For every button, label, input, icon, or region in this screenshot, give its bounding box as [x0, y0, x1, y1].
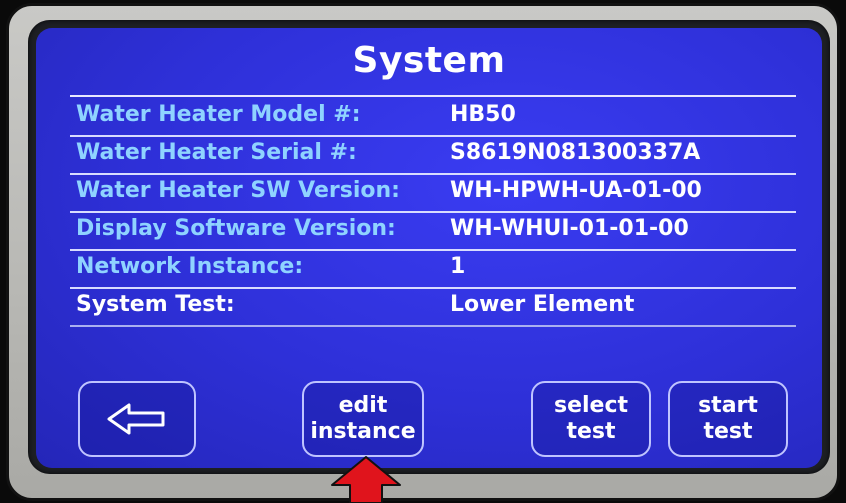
row-value: WH-HPWH-UA-01-00 [450, 178, 702, 203]
button-label-line: start [698, 393, 758, 418]
edit-instance-button[interactable]: edit instance [302, 381, 424, 457]
button-label-line: instance [310, 419, 416, 444]
button-label-line: test [703, 419, 753, 444]
row-label: System Test: [76, 292, 235, 317]
left-arrow-icon [107, 403, 165, 435]
row-value: S8619N081300337A [450, 140, 701, 165]
row-label: Water Heater SW Version: [76, 178, 400, 203]
start-test-button[interactable]: start test [668, 381, 788, 457]
button-label-line: select [553, 393, 629, 418]
page-title: System [352, 40, 506, 81]
row-serial: Water Heater Serial #: S8619N081300337A [70, 137, 796, 175]
row-value: WH-WHUI-01-01-00 [450, 216, 689, 241]
red-up-arrow-icon [331, 456, 401, 503]
row-model: Water Heater Model #: HB50 [70, 99, 796, 137]
row-sw-version: Water Heater SW Version: WH-HPWH-UA-01-0… [70, 175, 796, 213]
display-screen: System Water Heater Model #: HB50 Water … [36, 28, 822, 468]
row-value: HB50 [450, 102, 516, 127]
row-label: Water Heater Serial #: [76, 140, 357, 165]
row-system-test[interactable]: System Test: Lower Element [70, 289, 796, 327]
row-value: 1 [450, 254, 466, 279]
row-label: Network Instance: [76, 254, 304, 279]
button-label-line: edit [338, 393, 388, 418]
row-label: Water Heater Model #: [76, 102, 361, 127]
row-value: Lower Element [450, 292, 635, 317]
select-test-button[interactable]: select test [531, 381, 651, 457]
back-button[interactable] [78, 381, 196, 457]
row-display-version: Display Software Version: WH-WHUI-01-01-… [70, 213, 796, 251]
button-label-line: test [566, 419, 616, 444]
row-network-instance[interactable]: Network Instance: 1 [70, 251, 796, 289]
row-label: Display Software Version: [76, 216, 396, 241]
title-divider [70, 95, 796, 97]
info-list: Water Heater Model #: HB50 Water Heater … [70, 99, 796, 327]
